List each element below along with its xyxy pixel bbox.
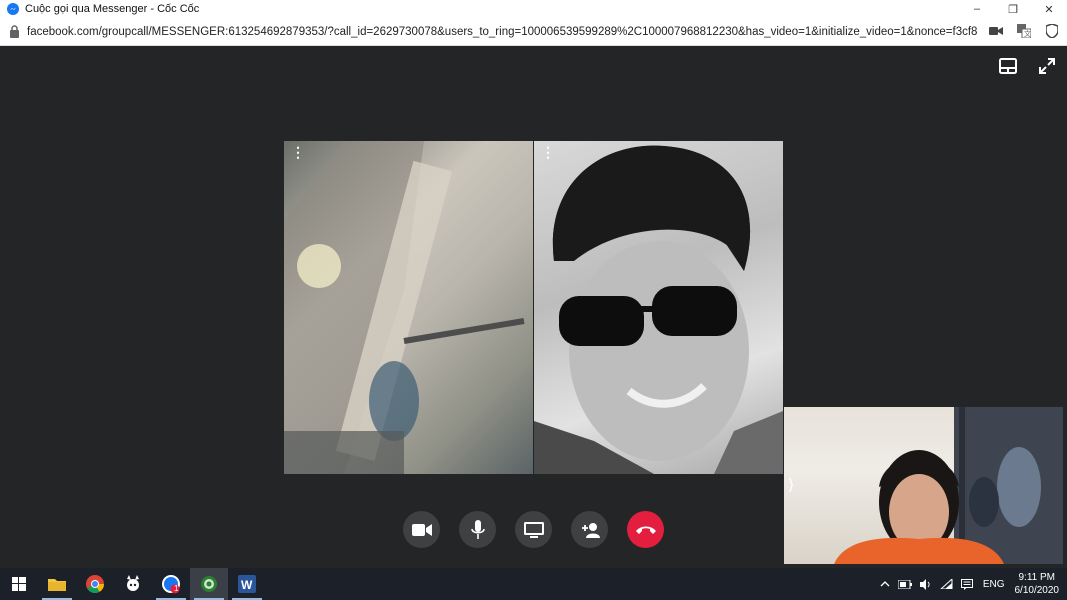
participant-video-1[interactable]: ⋮	[284, 141, 533, 474]
end-call-button[interactable]	[627, 511, 664, 548]
toggle-camera-button[interactable]	[403, 511, 440, 548]
hang-up-icon	[635, 526, 656, 534]
collapse-self-view-icon[interactable]: ⟩	[788, 475, 794, 495]
participant-video-2[interactable]: ⋮	[534, 141, 783, 474]
taskbar-file-explorer[interactable]	[38, 568, 76, 600]
participant-video-1-feed	[284, 141, 525, 474]
browser-call-icon	[201, 576, 217, 592]
wifi-icon[interactable]	[940, 579, 953, 589]
svg-text:文: 文	[1024, 29, 1031, 38]
share-screen-button[interactable]	[515, 511, 552, 548]
add-person-button[interactable]	[571, 511, 608, 548]
system-tray: ENG 9:11 PM 6/10/2020	[876, 568, 1059, 600]
layout-toggle-button[interactable]	[998, 56, 1020, 78]
window-titlebar: Cuộc gọi qua Messenger - Cốc Cốc – ❐ ✕	[0, 0, 1067, 18]
taskbar-coccoc[interactable]	[114, 568, 152, 600]
participant-video-2-feed	[534, 145, 783, 474]
battery-icon[interactable]	[897, 579, 912, 589]
shield-icon[interactable]	[1043, 22, 1061, 40]
camera-permission-icon[interactable]	[987, 22, 1005, 40]
minimize-button[interactable]: –	[959, 0, 995, 18]
toggle-microphone-button[interactable]	[459, 511, 496, 548]
messenger-icon	[7, 3, 19, 15]
windows-logo-icon	[12, 577, 26, 591]
restore-button[interactable]: ❐	[995, 0, 1031, 18]
address-bar[interactable]: facebook.com/groupcall/MESSENGER:6132546…	[0, 18, 1067, 46]
screen-share-icon	[523, 521, 544, 538]
taskbar-word[interactable]: W	[228, 568, 266, 600]
lock-icon	[10, 25, 19, 38]
notification-badge: 1	[174, 584, 179, 593]
windows-start-button[interactable]	[0, 568, 38, 600]
close-button[interactable]: ✕	[1031, 0, 1067, 18]
video-camera-icon	[411, 523, 432, 536]
action-center-icon[interactable]	[960, 578, 973, 590]
chrome-icon	[86, 575, 104, 593]
microphone-icon	[470, 519, 485, 539]
system-clock[interactable]: 9:11 PM 6/10/2020	[1015, 571, 1060, 597]
window-title: Cuộc gọi qua Messenger - Cốc Cốc	[25, 3, 200, 15]
clock-time: 9:11 PM	[1018, 572, 1056, 583]
input-language[interactable]: ENG	[983, 579, 1005, 590]
taskbar-call-window[interactable]	[190, 568, 228, 600]
translate-icon[interactable]: 文	[1015, 22, 1033, 40]
participant-1-menu-icon[interactable]: ⋮	[291, 145, 305, 159]
add-person-icon	[581, 522, 600, 538]
taskbar-messenger[interactable]: 1	[152, 568, 190, 600]
windows-taskbar: 1 W ENG 9:11 PM 6/10/2020	[0, 568, 1067, 600]
volume-icon[interactable]	[919, 578, 932, 590]
chevron-up-icon[interactable]	[880, 581, 890, 587]
clock-date: 6/10/2020	[1014, 585, 1060, 596]
coccoc-icon	[127, 575, 139, 591]
participant-2-menu-icon[interactable]: ⋮	[541, 145, 555, 159]
folder-icon	[48, 579, 66, 591]
taskbar-chrome[interactable]	[76, 568, 114, 600]
self-video-feed	[834, 407, 1063, 564]
svg-text:W: W	[241, 578, 253, 592]
fullscreen-button[interactable]	[1037, 56, 1059, 78]
url-text[interactable]: facebook.com/groupcall/MESSENGER:6132546…	[27, 26, 977, 38]
word-icon: W	[238, 575, 256, 593]
self-video-preview[interactable]: ⟩	[784, 407, 1063, 564]
